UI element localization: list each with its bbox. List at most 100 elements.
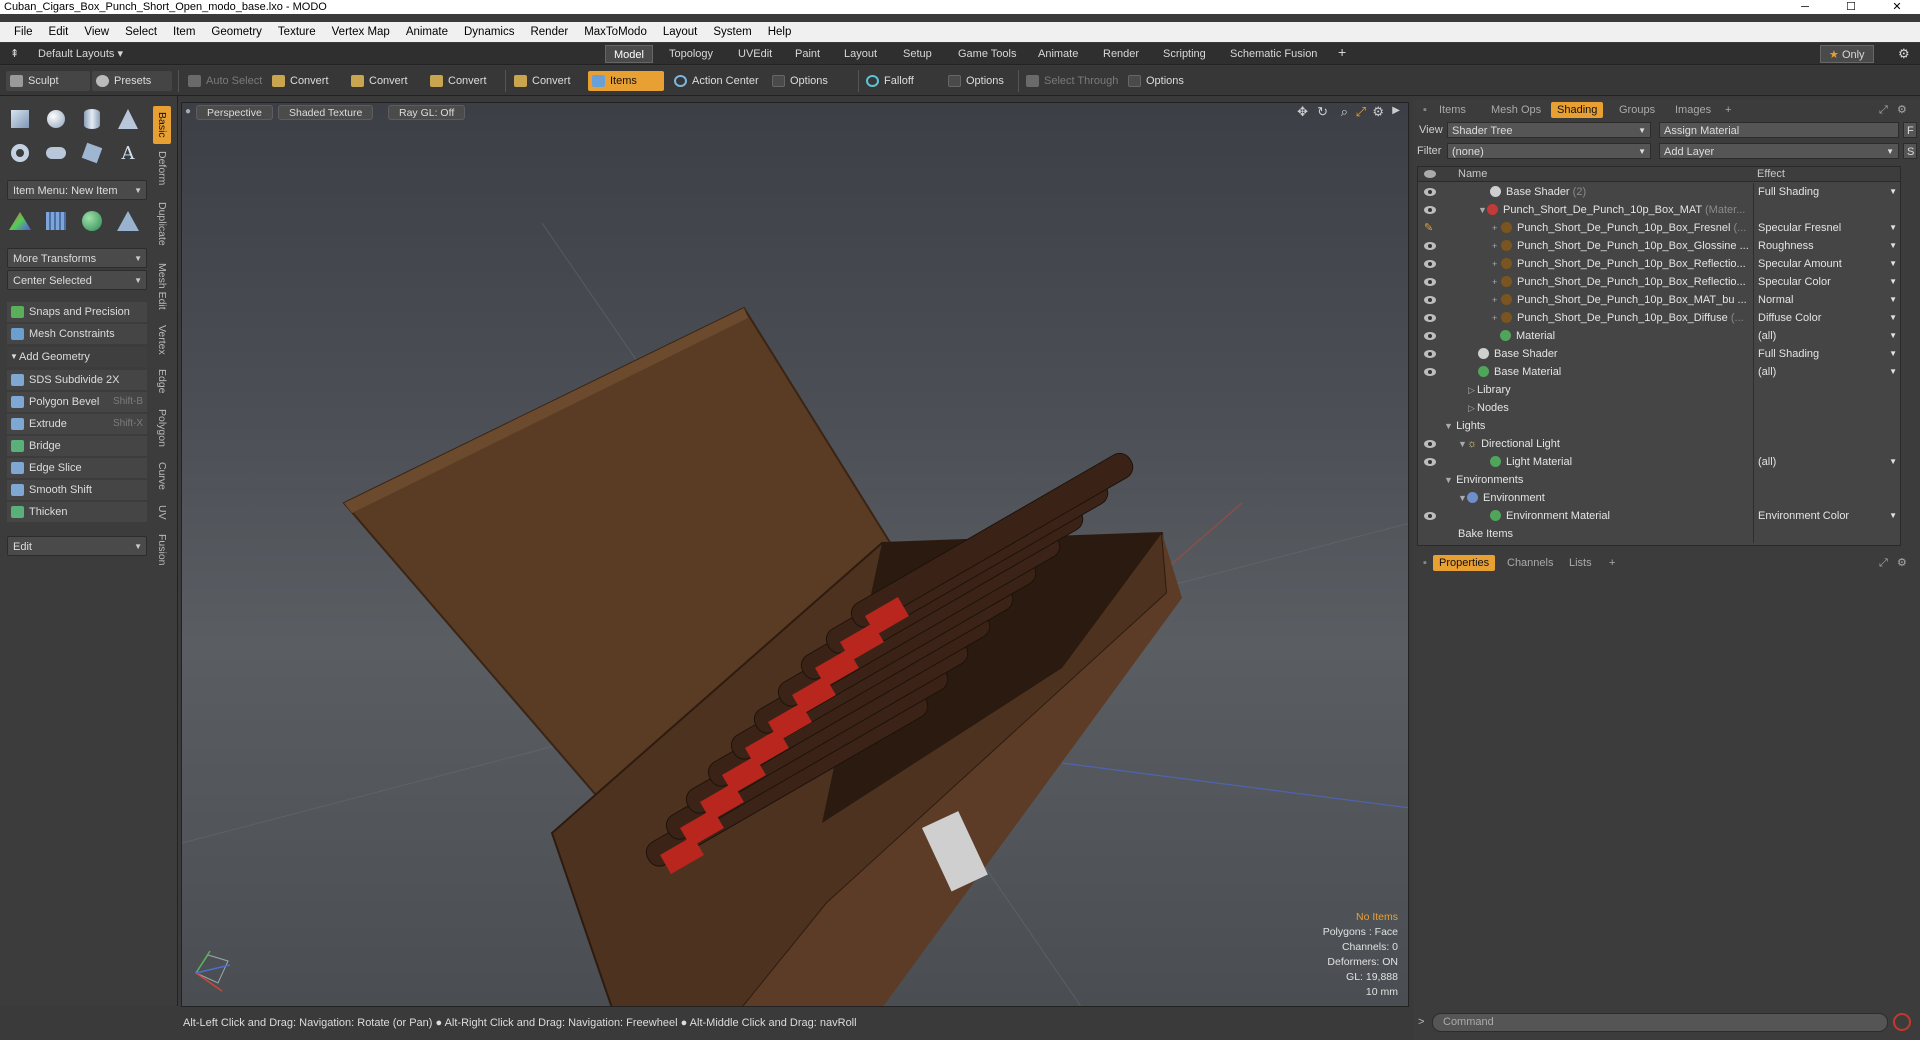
collapse-arrow-icon[interactable]: ▼	[1444, 471, 1453, 489]
tab-setup[interactable]: Setup	[895, 45, 940, 63]
item-menu-dropdown[interactable]: Item Menu: New Item ▼	[7, 180, 147, 200]
sds-subdivide-button[interactable]: SDS Subdivide 2X	[7, 370, 147, 390]
tab-uvedit[interactable]: UVEdit	[730, 45, 780, 63]
menu-layout[interactable]: Layout	[655, 26, 706, 38]
menu-file[interactable]: File	[6, 26, 41, 38]
snaps-precision-button[interactable]: Snaps and Precision	[7, 302, 147, 322]
pen-tool-icon[interactable]	[76, 138, 108, 168]
effect-dropdown[interactable]: Specular Fresnel ▼	[1753, 219, 1900, 237]
tab-groups[interactable]: Groups	[1613, 102, 1661, 118]
tab-animate[interactable]: Animate	[1030, 45, 1086, 63]
visibility-eye-icon[interactable]	[1424, 314, 1436, 322]
close-icon[interactable]: ✕	[1874, 0, 1920, 14]
transform-icon[interactable]	[4, 206, 36, 236]
auto-select-button[interactable]: Auto Select	[184, 71, 268, 91]
tree-row-lights[interactable]: ▼ Lights	[1418, 417, 1900, 435]
tab-shading[interactable]: Shading	[1551, 102, 1604, 118]
visibility-eye-icon[interactable]	[1424, 278, 1436, 286]
tab-mesh-ops[interactable]: Mesh Ops	[1485, 102, 1547, 118]
tab-schematic-fusion[interactable]: Schematic Fusion	[1222, 45, 1325, 63]
effect-dropdown[interactable]: Roughness ▼	[1753, 237, 1900, 255]
cylinder-primitive-icon[interactable]	[76, 104, 108, 134]
panel-menu-icon[interactable]: ▪	[1417, 102, 1433, 118]
action-center-options-button[interactable]: Options	[768, 71, 834, 91]
panel-settings-icon[interactable]: ⚙	[1891, 555, 1913, 571]
command-input[interactable]: Command	[1432, 1013, 1888, 1032]
menu-maxtomodo[interactable]: MaxToModo	[576, 26, 655, 38]
visibility-eye-icon[interactable]	[1424, 458, 1436, 466]
tree-row-material[interactable]: Material (all) ▼	[1418, 327, 1900, 345]
tab-channels[interactable]: Channels	[1501, 555, 1559, 571]
vtab-fusion[interactable]: Fusion	[153, 530, 171, 570]
visibility-eye-icon[interactable]	[1424, 206, 1436, 214]
extrude-button[interactable]: Extrude Shift-X	[7, 414, 147, 434]
visibility-eye-icon[interactable]	[1424, 296, 1436, 304]
tab-properties[interactable]: Properties	[1433, 555, 1496, 571]
record-macro-icon[interactable]	[1893, 1013, 1911, 1031]
effect-dropdown[interactable]: Specular Color ▼	[1753, 273, 1900, 291]
vtab-curve[interactable]: Curve	[153, 458, 171, 494]
folder-arrow-icon[interactable]: ▷	[1468, 381, 1477, 399]
folder-arrow-icon[interactable]: ▷	[1468, 399, 1477, 417]
expand-plus-icon[interactable]: +	[1492, 219, 1501, 237]
smooth-shift-button[interactable]: Smooth Shift	[7, 480, 147, 500]
convert-items-button[interactable]: Convert	[510, 71, 577, 91]
effect-dropdown[interactable]: (all) ▼	[1753, 453, 1900, 471]
select-through-options-button[interactable]: Options	[1124, 71, 1190, 91]
tree-row-glossiness[interactable]: + Punch_Short_De_Punch_10p_Box_Glossine .…	[1418, 237, 1900, 255]
assign-material-button[interactable]: Assign Material	[1659, 122, 1899, 138]
add-layer-dropdown[interactable]: Add Layer ▼	[1659, 143, 1899, 159]
filter-dropdown[interactable]: (none) ▼	[1447, 143, 1651, 159]
tab-scripting[interactable]: Scripting	[1155, 45, 1214, 63]
tab-layout[interactable]: Layout	[836, 45, 885, 63]
center-selected-dropdown[interactable]: Center Selected ▼	[7, 270, 147, 290]
menu-render[interactable]: Render	[522, 26, 576, 38]
panel-menu-icon[interactable]: ▪	[1417, 555, 1433, 571]
vtab-basic[interactable]: Basic	[153, 106, 171, 144]
view-dropdown[interactable]: Shader Tree ▼	[1447, 122, 1651, 138]
effect-dropdown[interactable]: Full Shading ▼	[1753, 345, 1900, 363]
menu-select[interactable]: Select	[117, 26, 165, 38]
vtab-duplicate[interactable]: Duplicate	[153, 196, 171, 252]
presets-button[interactable]: Presets F6	[92, 71, 172, 107]
tree-row-normal[interactable]: + Punch_Short_De_Punch_10p_Box_MAT_bu ...…	[1418, 291, 1900, 309]
menu-dynamics[interactable]: Dynamics	[456, 26, 522, 38]
effect-dropdown[interactable]: (all) ▼	[1753, 327, 1900, 345]
edit-dropdown[interactable]: Edit ▼	[7, 536, 147, 556]
visibility-eye-icon[interactable]	[1424, 332, 1436, 340]
visibility-eye-icon[interactable]	[1424, 440, 1436, 448]
falloff-options-button[interactable]: Options	[944, 71, 1010, 91]
tab-model[interactable]: Model	[605, 45, 653, 63]
menu-vertex-map[interactable]: Vertex Map	[324, 26, 398, 38]
tree-row-base-shader-2[interactable]: Base Shader Full Shading ▼	[1418, 345, 1900, 363]
collapse-arrow-icon[interactable]: ▼	[1458, 435, 1467, 453]
bridge-button[interactable]: Bridge	[7, 436, 147, 456]
effect-dropdown[interactable]: Diffuse Color ▼	[1753, 309, 1900, 327]
tab-lists[interactable]: Lists	[1563, 555, 1598, 571]
menu-system[interactable]: System	[705, 26, 759, 38]
effect-dropdown[interactable]: (all) ▼	[1753, 363, 1900, 381]
tree-row-library[interactable]: ▷ Library	[1418, 381, 1900, 399]
tree-row-base-shader[interactable]: Base Shader (2) Full Shading ▼	[1418, 183, 1900, 201]
expand-plus-icon[interactable]: +	[1492, 255, 1501, 273]
tree-row-bake-items[interactable]: Bake Items	[1418, 525, 1900, 543]
menu-help[interactable]: Help	[760, 26, 800, 38]
effect-dropdown[interactable]: Normal ▼	[1753, 291, 1900, 309]
paint-brush-icon[interactable]: ✎	[1424, 219, 1433, 237]
tab-items[interactable]: Items	[1433, 102, 1472, 118]
effect-dropdown[interactable]: Specular Amount ▼	[1753, 255, 1900, 273]
menu-geometry[interactable]: Geometry	[203, 26, 270, 38]
add-tab-icon[interactable]: +	[1719, 102, 1737, 118]
menu-edit[interactable]: Edit	[41, 26, 77, 38]
capsule-primitive-icon[interactable]	[40, 138, 72, 168]
panel-settings-icon[interactable]: ⚙	[1891, 102, 1913, 118]
sphere-primitive-icon[interactable]	[40, 104, 72, 134]
polygon-bevel-button[interactable]: Polygon Bevel Shift-B	[7, 392, 147, 412]
menu-texture[interactable]: Texture	[270, 26, 324, 38]
cone-primitive-icon[interactable]	[112, 104, 144, 134]
select-through-button[interactable]: Select Through	[1022, 71, 1124, 91]
collapse-arrow-icon[interactable]: ▼	[1444, 417, 1453, 435]
tree-row-environment[interactable]: ▼ Environment	[1418, 489, 1900, 507]
more-transforms-dropdown[interactable]: More Transforms ▼	[7, 248, 147, 268]
collapse-arrow-icon[interactable]: ▼	[1478, 201, 1487, 219]
